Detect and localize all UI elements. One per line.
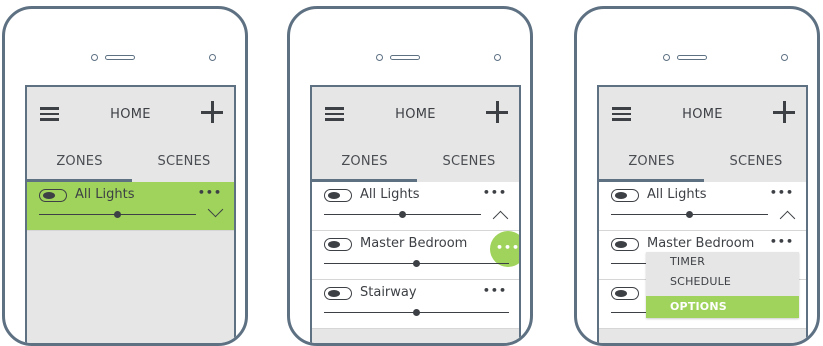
phone-1: HOME ZONES SCENES All Lights •••: [2, 6, 248, 346]
zone-name: Master Bedroom: [360, 236, 468, 251]
zone-name: All Lights: [75, 187, 135, 202]
tab-zones[interactable]: ZONES: [312, 154, 417, 169]
toggle-icon[interactable]: [324, 238, 352, 251]
tab-bar: ZONES SCENES: [312, 137, 519, 182]
app-header: HOME: [599, 87, 806, 137]
tab-scenes[interactable]: SCENES: [704, 154, 806, 169]
zone-row-all-lights[interactable]: All Lights •••: [599, 182, 806, 231]
zone-row-all-lights[interactable]: All Lights •••: [312, 182, 519, 231]
speaker-slot: [390, 55, 420, 60]
camera-dot: [376, 54, 383, 61]
sensor-dot: [209, 54, 216, 61]
slider-knob[interactable]: [114, 211, 121, 218]
toggle-icon[interactable]: [611, 238, 639, 251]
more-options-icon[interactable]: •••: [483, 186, 507, 199]
zone-name: Master Bedroom: [647, 236, 755, 251]
brightness-slider[interactable]: [324, 260, 509, 267]
chevron-up-icon[interactable]: [492, 210, 509, 227]
chevron-up-icon[interactable]: [779, 210, 796, 227]
zone-name: Stairway: [360, 285, 417, 300]
add-icon[interactable]: [201, 101, 223, 123]
speaker-slot: [105, 55, 135, 60]
sensor-dot: [781, 54, 788, 61]
app-screen: HOME ZONES SCENES All Lights •••: [25, 85, 236, 343]
tab-zones[interactable]: ZONES: [599, 154, 704, 169]
chevron-down-icon[interactable]: [207, 201, 224, 218]
tab-bar: ZONES SCENES: [599, 137, 806, 182]
slider-knob[interactable]: [686, 211, 693, 218]
more-options-icon[interactable]: •••: [770, 235, 794, 248]
zone-row-all-lights[interactable]: All Lights •••: [27, 182, 234, 231]
app-header: HOME: [312, 87, 519, 137]
toggle-icon[interactable]: [611, 189, 639, 202]
more-options-icon[interactable]: •••: [198, 186, 222, 199]
more-options-icon[interactable]: •••: [770, 186, 794, 199]
options-menu: TIMER SCHEDULE OPTIONS: [646, 252, 799, 318]
toggle-icon[interactable]: [611, 287, 639, 300]
toggle-icon[interactable]: [324, 189, 352, 202]
tab-bar: ZONES SCENES: [27, 137, 234, 182]
toggle-icon[interactable]: [324, 287, 352, 300]
phone-speaker: [91, 53, 216, 62]
app-screen: HOME ZONES SCENES All Lights ••• Master …: [310, 85, 521, 343]
speaker-slot: [677, 55, 707, 60]
add-icon[interactable]: [486, 101, 508, 123]
slider-knob[interactable]: [399, 211, 406, 218]
slider-knob[interactable]: [413, 260, 420, 267]
menu-item-schedule[interactable]: SCHEDULE: [646, 272, 799, 292]
brightness-slider[interactable]: [39, 211, 196, 218]
phone-speaker: [376, 53, 501, 62]
brightness-slider[interactable]: [324, 309, 509, 316]
app-screen: HOME ZONES SCENES All Lights ••• Master …: [597, 85, 808, 343]
phone-speaker: [663, 53, 788, 62]
brightness-slider[interactable]: [611, 211, 768, 218]
sensor-dot: [494, 54, 501, 61]
menu-item-options[interactable]: OPTIONS: [646, 296, 799, 318]
zone-name: All Lights: [360, 187, 420, 202]
tab-scenes[interactable]: SCENES: [417, 154, 519, 169]
brightness-slider[interactable]: [324, 211, 481, 218]
camera-dot: [663, 54, 670, 61]
phone-2: HOME ZONES SCENES All Lights ••• Master …: [287, 6, 533, 346]
more-options-button-active[interactable]: •••: [490, 231, 519, 267]
add-icon[interactable]: [773, 101, 795, 123]
more-options-icon[interactable]: •••: [483, 284, 507, 297]
zone-row-master-bedroom[interactable]: Master Bedroom •••: [312, 231, 519, 280]
menu-item-timer[interactable]: TIMER: [646, 252, 799, 272]
toggle-icon[interactable]: [39, 189, 67, 202]
zone-name: All Lights: [647, 187, 707, 202]
tab-zones[interactable]: ZONES: [27, 154, 132, 169]
zone-row-stairway[interactable]: Stairway •••: [312, 280, 519, 329]
tab-scenes[interactable]: SCENES: [132, 154, 234, 169]
slider-knob[interactable]: [413, 309, 420, 316]
camera-dot: [91, 54, 98, 61]
phone-3: HOME ZONES SCENES All Lights ••• Master …: [574, 6, 820, 346]
app-header: HOME: [27, 87, 234, 137]
